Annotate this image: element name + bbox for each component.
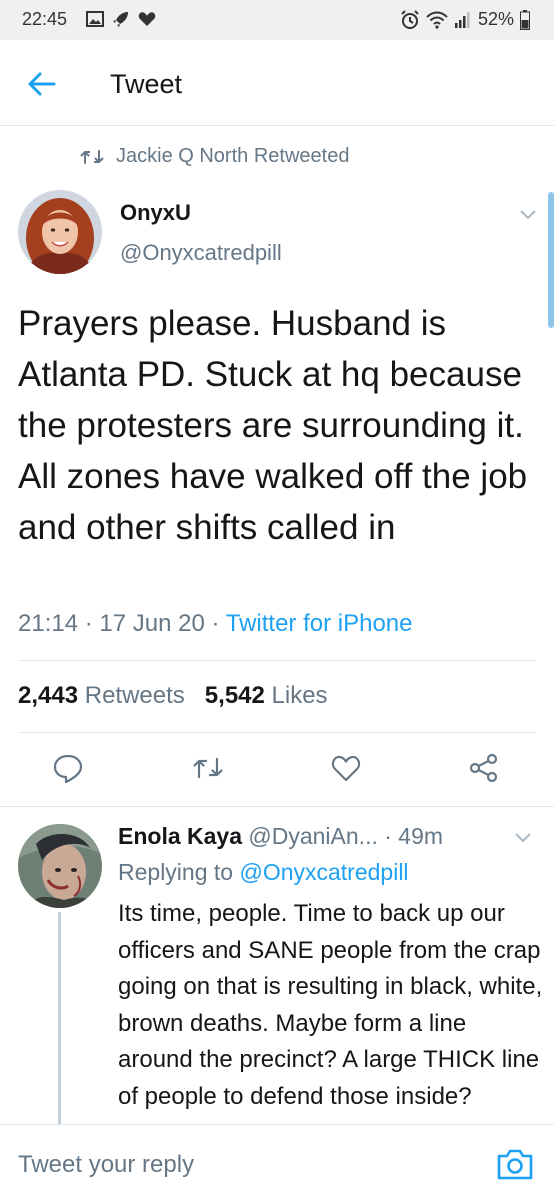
status-time: 22:45 xyxy=(22,9,68,29)
notification-icons xyxy=(86,10,156,28)
replying-to-label: Replying to xyxy=(118,859,234,885)
reply-header: Enola Kaya @DyaniAn... · 49m xyxy=(118,823,443,850)
battery-icon xyxy=(520,9,530,30)
tweet-stats: 2,443 Retweets 5,542 Likes xyxy=(18,682,328,710)
comment-icon xyxy=(53,754,83,784)
rocket-icon xyxy=(113,12,128,27)
tweet-meta: 21:14 · 17 Jun 20 · Twitter for iPhone xyxy=(18,610,412,638)
chevron-down-icon xyxy=(515,833,531,843)
reply-composer: Tweet your reply xyxy=(0,1124,554,1200)
retweet-context[interactable]: Jackie Q North Retweeted xyxy=(80,145,349,168)
replying-to: Replying to @Onyxcatredpill xyxy=(118,859,409,886)
wifi-icon xyxy=(426,11,448,29)
reply-age: · 49m xyxy=(384,823,444,849)
meta-separator: · xyxy=(211,610,220,637)
battery-percent: 52% xyxy=(477,9,514,29)
scrollbar[interactable] xyxy=(548,192,554,328)
reply-menu-button[interactable] xyxy=(512,826,534,848)
author-name[interactable]: OnyxU xyxy=(120,200,191,226)
divider xyxy=(18,732,536,733)
back-button[interactable] xyxy=(22,64,62,104)
reply-input[interactable]: Tweet your reply xyxy=(18,1151,194,1179)
author-handle[interactable]: @Onyxcatredpill xyxy=(120,240,282,266)
status-bar: 22:45 52% xyxy=(0,0,554,40)
app-bar: Tweet xyxy=(0,40,554,126)
retweets-stat[interactable]: 2,443 Retweets xyxy=(18,682,185,709)
likes-label: Likes xyxy=(271,682,328,709)
heart-outline-icon xyxy=(331,755,361,782)
tweet-source-link[interactable]: Twitter for iPhone xyxy=(226,610,413,637)
reply-button[interactable] xyxy=(52,752,84,784)
system-indicators: 52% xyxy=(400,9,530,30)
reply-author-name[interactable]: Enola Kaya xyxy=(118,823,242,849)
retweets-count: 2,443 xyxy=(18,682,79,709)
tweet-date: 17 Jun 20 xyxy=(99,610,205,637)
avatar[interactable] xyxy=(18,190,102,274)
tweet-text: Prayers please. Husband is Atlanta PD. S… xyxy=(18,304,528,547)
divider xyxy=(0,806,554,807)
like-button[interactable] xyxy=(330,752,362,784)
chevron-down-icon xyxy=(520,210,536,220)
likes-stat[interactable]: 5,542 Likes xyxy=(205,682,328,709)
retweet-button[interactable] xyxy=(192,752,224,784)
reply-author-handle[interactable]: @DyaniAn... xyxy=(248,823,377,849)
retweet-icon xyxy=(193,757,223,779)
heart-icon xyxy=(138,12,156,26)
share-button[interactable] xyxy=(468,752,500,784)
thread-line xyxy=(58,912,61,1124)
tweet-menu-button[interactable] xyxy=(516,202,540,226)
divider xyxy=(18,660,536,661)
camera-button[interactable] xyxy=(496,1147,534,1181)
retweets-label: Retweets xyxy=(84,682,185,709)
camera-icon xyxy=(497,1149,533,1180)
arrow-left-icon xyxy=(28,72,56,96)
meta-separator: · xyxy=(84,610,93,637)
reply-text: Its time, people. Time to back up our of… xyxy=(118,900,543,1110)
replying-to-mention[interactable]: @Onyxcatredpill xyxy=(239,859,408,885)
share-icon xyxy=(469,753,498,783)
reply-avatar[interactable] xyxy=(18,824,102,908)
retweet-icon xyxy=(80,149,104,164)
tweet-time: 21:14 xyxy=(18,610,79,637)
retweet-context-label: Jackie Q North Retweeted xyxy=(116,145,350,167)
alarm-icon xyxy=(401,9,419,29)
page-title: Tweet xyxy=(110,69,183,99)
likes-count: 5,542 xyxy=(204,682,265,709)
gallery-icon xyxy=(86,11,104,27)
signal-icon xyxy=(454,11,470,28)
